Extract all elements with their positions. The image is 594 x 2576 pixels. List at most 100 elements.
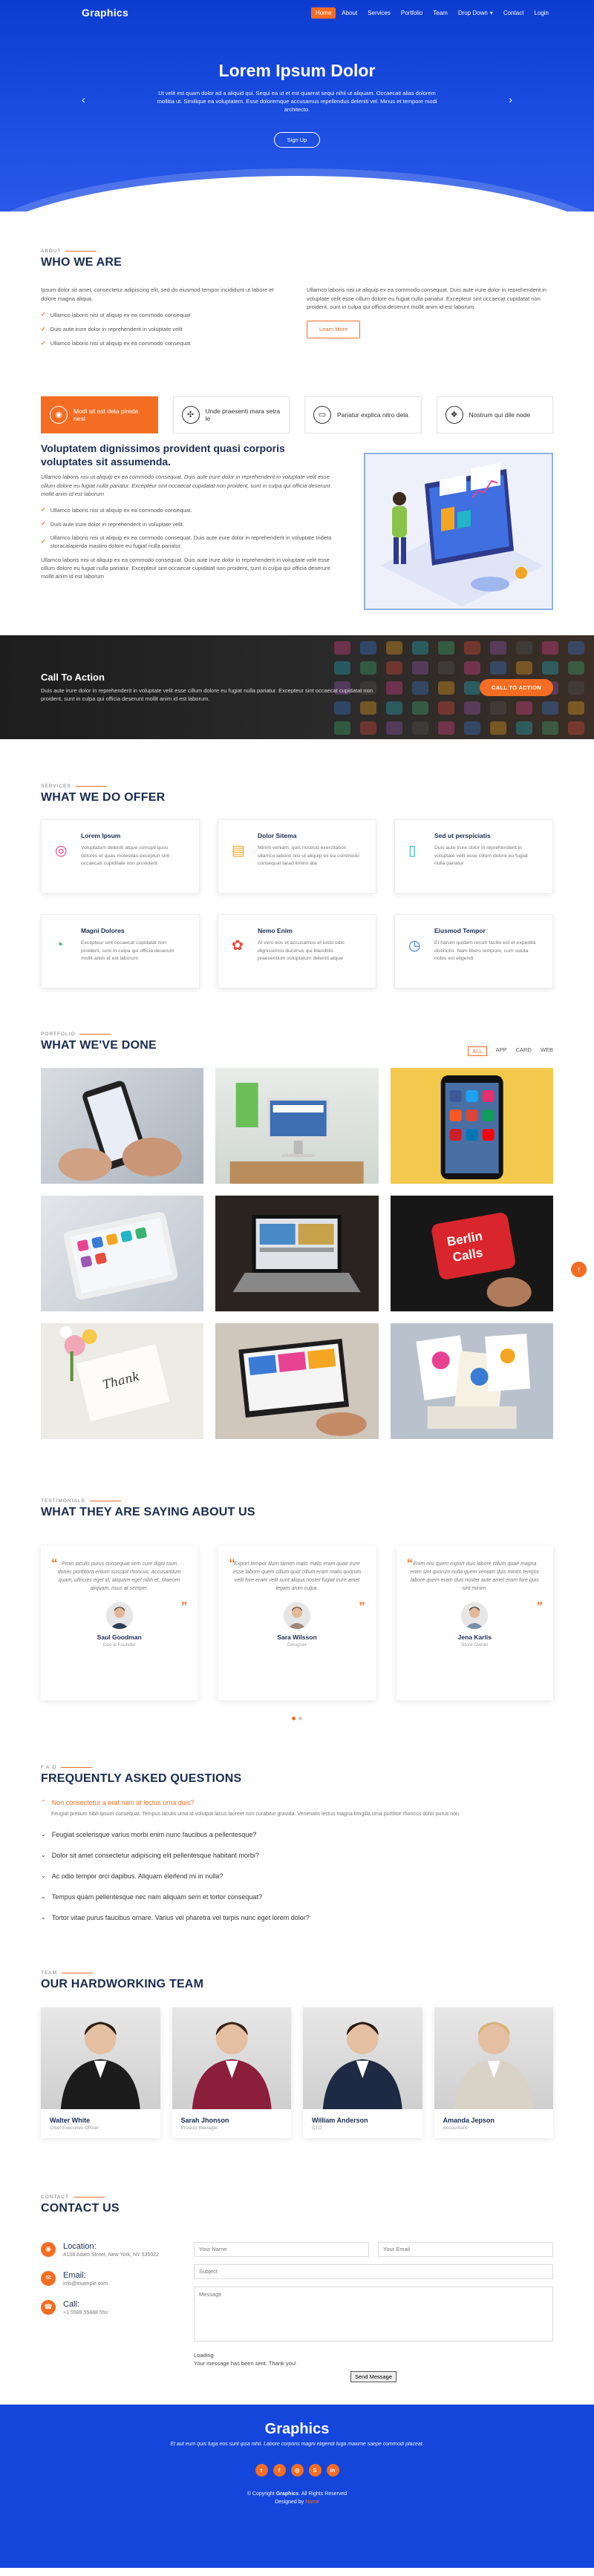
testimonial-card: “Enim nisi quem export duis labore cillu… bbox=[396, 1546, 553, 1700]
portfolio-item[interactable] bbox=[215, 1196, 379, 1312]
email-text[interactable]: info@example.com bbox=[63, 2281, 108, 2287]
service-card[interactable]: ◔ Magni Dolores Excepteur sint occaecat cu… bbox=[41, 914, 200, 989]
hero: Graphics Home About Services Portfolio Team D… bbox=[0, 0, 594, 212]
portfolio-item[interactable]: Thank bbox=[41, 1323, 204, 1440]
nav-link-label: Team bbox=[433, 9, 448, 16]
team-member-card[interactable]: Amanda Jepson Accountant bbox=[434, 2007, 553, 2138]
team-member-card[interactable]: Sarah Jhonson Product Manager bbox=[172, 2007, 291, 2138]
service-card[interactable]: ✿ Nemo Enim At vero eos et accusamus et iu… bbox=[218, 914, 376, 989]
footer-logo[interactable]: Graphics bbox=[0, 2421, 594, 2438]
faq-question[interactable]: ⌄ Ac odio tempor orci dapibus. Aliquam el… bbox=[41, 1872, 553, 1880]
service-desc: Voluptatum deleniti atque corrupti quos … bbox=[81, 845, 170, 866]
filter-all[interactable]: ALL bbox=[468, 1046, 487, 1057]
phone-text[interactable]: +1 5589 55488 55s bbox=[63, 2310, 108, 2316]
feature-tabs: ◉ Modi sit est dela pireda nest ✣ Unde prae… bbox=[41, 396, 553, 434]
portfolio-item[interactable] bbox=[215, 1323, 379, 1440]
nav-link-drop-down[interactable]: Drop Down ▾ bbox=[454, 7, 497, 19]
sign-up-button[interactable]: Sign Up bbox=[273, 131, 321, 148]
portfolio-item[interactable] bbox=[41, 1068, 204, 1184]
nav-link-team[interactable]: Team bbox=[428, 7, 452, 19]
facebook-icon[interactable]: f bbox=[272, 2463, 286, 2477]
tab-2[interactable]: ✣ Unde praesenti mara setra le bbox=[172, 396, 290, 434]
tab-content: Voluptatem dignissimos provident quasi c… bbox=[41, 442, 553, 611]
team-member-role: Chief Executive Officer bbox=[50, 2125, 99, 2131]
team-member-card[interactable]: William Anderson CTO bbox=[303, 2007, 422, 2138]
back-to-top-button[interactable]: ↑ bbox=[571, 1262, 587, 1277]
send-message-button[interactable]: Send Message bbox=[350, 2370, 397, 2382]
carousel-next-icon[interactable]: › bbox=[509, 94, 512, 105]
chevron-down-icon: ⌄ bbox=[41, 1851, 46, 1858]
nav-link-home[interactable]: Home bbox=[310, 7, 336, 19]
quote-close-icon: ” bbox=[180, 1599, 188, 1614]
filter-web[interactable]: WEB bbox=[541, 1046, 553, 1056]
subject-field[interactable] bbox=[194, 2264, 553, 2279]
tab-3[interactable]: ▭ Pariatur explica nitro dela bbox=[304, 396, 422, 434]
service-card[interactable]: ▯ Sed ut perspiciatis Duis aute irure dolo… bbox=[394, 819, 553, 894]
section-title: CONTACT US bbox=[41, 2201, 120, 2215]
service-card[interactable]: ▤ Dolor Sitema Minim veniam, quis nostrud … bbox=[218, 819, 376, 894]
map-pin-icon: ◉ bbox=[41, 2241, 56, 2257]
nav-link-contact[interactable]: Contact bbox=[499, 7, 529, 19]
check-list-item: ✓ Ullamco laboris nisi ut aliquip ex ea c… bbox=[41, 310, 287, 319]
twitter-icon[interactable]: t bbox=[255, 2463, 268, 2477]
faq-question[interactable]: ⌄ Dolor sit amet consectetur adipiscing e… bbox=[41, 1852, 553, 1859]
service-card[interactable]: ◷ Eiusmod Tempor Et harum quidem rerum fac… bbox=[394, 914, 553, 989]
tab-4[interactable]: ❖ Nostrum qui dile node bbox=[436, 396, 553, 434]
faq-question[interactable]: ⌄ Tempus quam pellentesque nec nam aliqua… bbox=[41, 1893, 553, 1901]
skype-icon[interactable]: S bbox=[308, 2463, 322, 2477]
tab-subtext: Ullamco laboris nisi ut aliquip ex ea co… bbox=[41, 473, 330, 497]
learn-more-button[interactable]: Learn More bbox=[307, 320, 361, 338]
check-icon: ✓ bbox=[41, 325, 46, 332]
team-member-card[interactable]: Walter White Chief Executive Officer bbox=[41, 2007, 160, 2138]
portfolio-item[interactable] bbox=[390, 1323, 553, 1440]
check-list-text: Duis aute irure dolor in reprehenderit i… bbox=[50, 326, 183, 333]
team-member-role: Accountant bbox=[443, 2125, 468, 2131]
chevron-up-icon: ⌃ bbox=[41, 1799, 46, 1806]
testimonial-text: Export tempor illum tamen malis malis er… bbox=[232, 1561, 362, 1591]
header: Graphics Home About Services Portfolio Team D… bbox=[0, 0, 594, 25]
filter-app[interactable]: APP bbox=[496, 1046, 507, 1056]
testimonial-name: Sara Wilsson bbox=[277, 1633, 317, 1641]
message-field[interactable] bbox=[194, 2286, 553, 2341]
portfolio-item[interactable] bbox=[215, 1068, 379, 1184]
chevron-down-icon: ⌄ bbox=[41, 1892, 46, 1900]
faq-question-text: Tempus quam pellentesque nec nam aliquam… bbox=[51, 1892, 262, 1901]
tab-heading: Voluptatem dignissimos provident quasi c… bbox=[41, 442, 285, 468]
tab-check-list: ✓ Ullamco laboris nisi ut aliquip ex ea c… bbox=[41, 505, 337, 551]
carousel-prev-icon[interactable]: ‹ bbox=[82, 94, 85, 105]
cta-text: Duis aute irure dolor in reprehenderit i… bbox=[41, 687, 373, 702]
portfolio-item[interactable] bbox=[390, 1068, 553, 1184]
service-icon: ◎ bbox=[55, 843, 68, 859]
team-member-photo bbox=[172, 2007, 291, 2109]
faq-question-open[interactable]: ⌃ Non consectetur a erat nam at lectus u… bbox=[41, 1799, 553, 1806]
tab-icon: ❖ bbox=[445, 406, 463, 425]
nav-link-label: Drop Down bbox=[457, 9, 488, 16]
logo[interactable]: Graphics bbox=[82, 7, 128, 19]
tab-label: Pariatur explica nitro dela bbox=[337, 411, 408, 419]
portfolio-item[interactable]: Berlin Calls bbox=[390, 1196, 553, 1312]
sent-message: Your message has been sent. Thank you! bbox=[194, 2359, 297, 2367]
nav-link-label: Services bbox=[368, 9, 391, 16]
about-right-text: Ullamco laboris nisi ut aliquip ex ea co… bbox=[307, 286, 547, 311]
nav-link-login[interactable]: Login bbox=[529, 7, 553, 19]
check-list-item: ✓ Ullamco laboris nisi ut aliquip ex ea c… bbox=[41, 534, 337, 551]
faq-question[interactable]: ⌄ Tortor vitae purus faucibus ornare. Var… bbox=[41, 1914, 553, 1921]
faq-question[interactable]: ⌄ Feugiat scelerisque varius morbi enim n… bbox=[41, 1831, 553, 1838]
email-field[interactable] bbox=[378, 2241, 553, 2257]
instagram-icon[interactable]: ◎ bbox=[290, 2463, 304, 2477]
nav-link-services[interactable]: Services bbox=[363, 7, 395, 19]
social-links: t f ◎ Sin bbox=[0, 2463, 594, 2477]
check-list-item: ✓ Ullamco laboris nisi ut aliquip ex ea c… bbox=[41, 339, 287, 348]
linkedin-icon[interactable]: in bbox=[326, 2463, 339, 2477]
service-card[interactable]: ◎ Lorem Ipsum Voluptatum deleniti atque co… bbox=[41, 819, 200, 894]
designed-link[interactable]: Name bbox=[305, 2500, 319, 2505]
service-desc: Duis aute irure dolor in reprehenderit i… bbox=[434, 845, 528, 866]
name-field[interactable] bbox=[194, 2241, 369, 2257]
nav-link-about[interactable]: About bbox=[337, 7, 362, 19]
filter-card[interactable]: CARD bbox=[516, 1046, 532, 1056]
call-to-action-button[interactable]: CALL TO ACTION bbox=[480, 678, 553, 696]
tab-1[interactable]: ◉ Modi sit est dela pireda nest bbox=[41, 396, 158, 434]
nav-link-portfolio[interactable]: Portfolio bbox=[396, 7, 427, 19]
tab-icon: ◉ bbox=[50, 406, 68, 425]
portfolio-item[interactable] bbox=[41, 1196, 204, 1312]
